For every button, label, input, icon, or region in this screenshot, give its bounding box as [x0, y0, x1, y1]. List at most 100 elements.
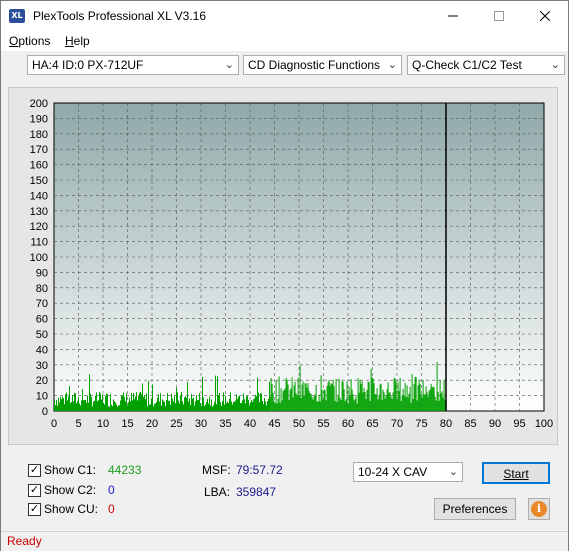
c1-bar [235, 400, 236, 411]
c1-bar [340, 399, 342, 411]
c1-bar [408, 393, 410, 411]
c1-bar [330, 383, 332, 411]
c1-bar [79, 403, 80, 411]
c1-bar [319, 401, 321, 411]
c1-bar [73, 401, 74, 411]
c1-bar [237, 398, 238, 411]
c1-bar [326, 385, 328, 411]
c1-bar [269, 396, 271, 411]
c1-bar [95, 395, 96, 411]
c1-bar [284, 388, 286, 411]
c1-bar [443, 379, 445, 411]
c2-count: 0 [108, 483, 115, 497]
c1-bar [215, 375, 216, 411]
c1-bar [307, 383, 309, 411]
c1-bar [245, 403, 246, 411]
c1-bar [387, 382, 389, 411]
c1-bar [325, 400, 327, 411]
c1-bar [355, 396, 357, 411]
c1-bar [63, 398, 64, 411]
c1-bar [244, 399, 245, 411]
c1-bar [59, 402, 60, 411]
c1-bar [195, 401, 196, 411]
maximize-icon[interactable] [476, 1, 522, 31]
c1-bar [185, 396, 186, 411]
c1-bar [277, 398, 279, 411]
preferences-button[interactable]: Preferences [434, 498, 516, 520]
c1-bar [301, 384, 303, 411]
c1-bar [112, 406, 113, 411]
c1-bar [291, 377, 293, 411]
c1-bar [163, 400, 164, 411]
c1-bar [152, 384, 153, 411]
c1-bar [380, 383, 382, 411]
drive-select[interactable]: HA:4 ID:0 PX-712UF ⌄ [27, 55, 239, 75]
c1-bar [289, 389, 291, 411]
cu-count: 0 [108, 502, 115, 516]
c1-bar [368, 382, 370, 411]
c1-bar [366, 389, 368, 411]
c1-bar [268, 398, 269, 411]
c1-bar [416, 400, 418, 411]
c1-bar [212, 406, 213, 411]
minimize-icon[interactable] [430, 1, 476, 31]
c1-bar [365, 399, 367, 411]
c1-bar [343, 389, 345, 411]
c1-bar [350, 379, 352, 411]
test-select[interactable]: Q-Check C1/C2 Test ⌄ [407, 55, 565, 75]
c1-bar [320, 375, 322, 411]
c1-bar [160, 393, 161, 411]
c1-bar [429, 389, 431, 411]
c1-bar [337, 396, 339, 411]
c1-bar [299, 365, 301, 411]
menu-help[interactable]: Help [65, 34, 90, 48]
y-tick-label: 90 [36, 267, 48, 279]
c1-bar [364, 391, 366, 411]
c1-bar [404, 382, 406, 411]
x-tick-label: 95 [513, 418, 525, 430]
c1-bar [220, 402, 221, 411]
c1-bar [120, 400, 121, 411]
close-icon[interactable] [522, 1, 568, 31]
c1-bar [66, 392, 67, 411]
y-tick-label: 110 [30, 237, 48, 249]
c1-bar [385, 395, 387, 411]
start-button[interactable]: Start [482, 462, 550, 484]
results-panel: ✓ Show C1: 44233 ✓ Show C2: 0 ✓ Show CU:… [1, 451, 568, 531]
c1-bar [438, 400, 440, 411]
c1-bar [252, 401, 253, 411]
c1-bar [246, 396, 247, 411]
c1-bar [396, 400, 398, 411]
c1-bar [226, 403, 227, 411]
c1-bar [68, 396, 69, 411]
c1-bar [179, 403, 180, 411]
c1c2-chart: 2001901801701601501401301201101009080706… [30, 98, 554, 430]
show-cu-checkbox[interactable]: ✓ [28, 503, 41, 516]
c1-bar [370, 368, 372, 411]
y-tick-label: 160 [30, 160, 48, 172]
c1-bar [270, 377, 272, 411]
y-tick-label: 120 [30, 221, 48, 233]
info-button[interactable]: i [528, 498, 550, 520]
c1-bar [228, 402, 229, 411]
c1-bar [423, 394, 425, 411]
c1-bar [157, 397, 158, 411]
c1-bar [116, 404, 117, 411]
show-c1-checkbox[interactable]: ✓ [28, 464, 41, 477]
function-select[interactable]: CD Diagnostic Functions ⌄ [243, 55, 402, 75]
menu-options[interactable]: Options [9, 34, 50, 48]
speed-select[interactable]: 10-24 X CAV ⌄ [353, 462, 463, 482]
y-tick-label: 20 [36, 375, 48, 387]
c1-bar [266, 405, 267, 411]
title-bar[interactable]: XL PlexTools Professional XL V3.16 [1, 1, 568, 31]
y-tick-label: 190 [30, 113, 48, 125]
status-bar: Ready [1, 531, 568, 551]
test-select-value: Q-Check C1/C2 Test [412, 58, 522, 72]
c1-bar [180, 395, 181, 411]
c1-bar [426, 392, 428, 411]
show-c2-checkbox[interactable]: ✓ [28, 484, 41, 497]
c1-bar [60, 396, 61, 411]
x-tick-label: 15 [121, 418, 133, 430]
y-tick-label: 100 [30, 252, 48, 264]
c1-bar [72, 395, 73, 411]
